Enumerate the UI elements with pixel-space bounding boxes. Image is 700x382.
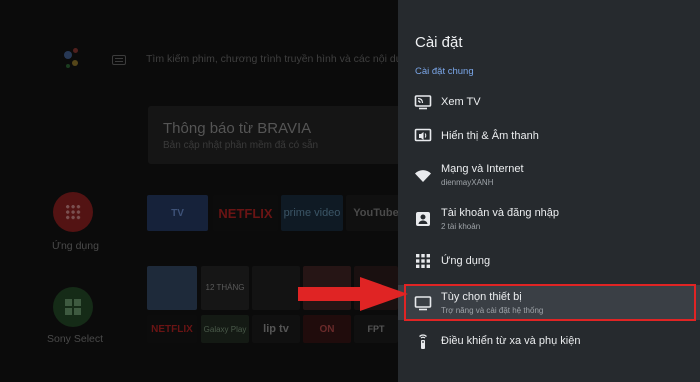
- netflix-row-tile[interactable]: NETFLIX: [147, 315, 197, 343]
- display-sound-icon: [414, 127, 432, 145]
- tv-home-screen: Tìm kiếm phim, chương trình truyền hình …: [0, 0, 398, 382]
- sony-select-button[interactable]: [53, 287, 93, 327]
- on-tile[interactable]: ON: [303, 315, 351, 343]
- settings-item-display-sound[interactable]: Hiển thị & Âm thanh: [398, 118, 700, 154]
- netflix-tile[interactable]: NETFLIX: [213, 195, 278, 231]
- keyboard-icon[interactable]: [112, 55, 126, 65]
- settings-item-label: Ứng dụng: [441, 255, 491, 267]
- settings-item-network[interactable]: Mạng và Internet dienmayXANH: [398, 157, 700, 193]
- movie-tile[interactable]: 12 THÁNG: [201, 266, 249, 310]
- fpt-tile[interactable]: FPT: [354, 315, 398, 343]
- prime-video-tile[interactable]: prime video: [281, 195, 343, 231]
- settings-item-label: Xem TV: [441, 96, 481, 108]
- settings-item-watch-tv[interactable]: Xem TV: [398, 84, 700, 120]
- selection-highlight-box: [404, 284, 696, 321]
- settings-item-apps[interactable]: Ứng dụng: [398, 243, 700, 279]
- google-assistant-icon[interactable]: [62, 46, 82, 72]
- settings-item-label: Mạng và Internet: [441, 163, 524, 175]
- liptv-tile[interactable]: lip tv: [252, 315, 300, 343]
- account-icon: [414, 210, 432, 228]
- settings-item-accounts[interactable]: Tài khoản và đăng nhập 2 tài khoản: [398, 201, 700, 237]
- remote-icon: [414, 332, 432, 350]
- section-label-general: Cài đặt chung: [415, 66, 474, 77]
- sony-select-icon: [65, 299, 81, 315]
- settings-item-label: Tài khoản và đăng nhập: [441, 207, 560, 219]
- apps-grid-icon: [65, 204, 81, 220]
- settings-panel: Cài đặt Cài đặt chung Xem TV Hiển thị & …: [398, 0, 700, 382]
- apps-label: Ứng dụng: [52, 240, 99, 252]
- search-hint[interactable]: Tìm kiếm phim, chương trình truyền hình …: [146, 53, 398, 65]
- live-tv-tile[interactable]: TV: [147, 195, 208, 231]
- settings-item-label: Điều khiển từ xa và phụ kiện: [441, 335, 581, 347]
- red-arrow-annotation: [298, 277, 408, 311]
- apps-button[interactable]: [53, 192, 93, 232]
- apps-grid-icon: [414, 252, 432, 270]
- youtube-tile[interactable]: YouTube: [346, 195, 398, 231]
- notification-title: Thông báo từ BRAVIA: [163, 120, 312, 137]
- notification-card[interactable]: Thông báo từ BRAVIA Bản cập nhật phần mề…: [148, 106, 398, 164]
- galaxy-play-tile[interactable]: Galaxy Play: [201, 315, 249, 343]
- sony-select-label: Sony Select: [47, 333, 104, 345]
- notification-subtitle: Bản cập nhật phần mềm đã có sẵn: [163, 140, 319, 151]
- tv-icon: [414, 93, 432, 111]
- movie-tile[interactable]: [252, 266, 300, 310]
- settings-item-remotes[interactable]: Điều khiển từ xa và phụ kiện: [398, 323, 700, 359]
- settings-item-sub: 2 tài khoản: [441, 222, 481, 231]
- settings-title: Cài đặt: [415, 34, 463, 51]
- movie-tile[interactable]: [147, 266, 197, 310]
- settings-item-sub: dienmayXANH: [441, 178, 494, 187]
- wifi-icon: [414, 166, 432, 184]
- settings-item-label: Hiển thị & Âm thanh: [441, 130, 539, 142]
